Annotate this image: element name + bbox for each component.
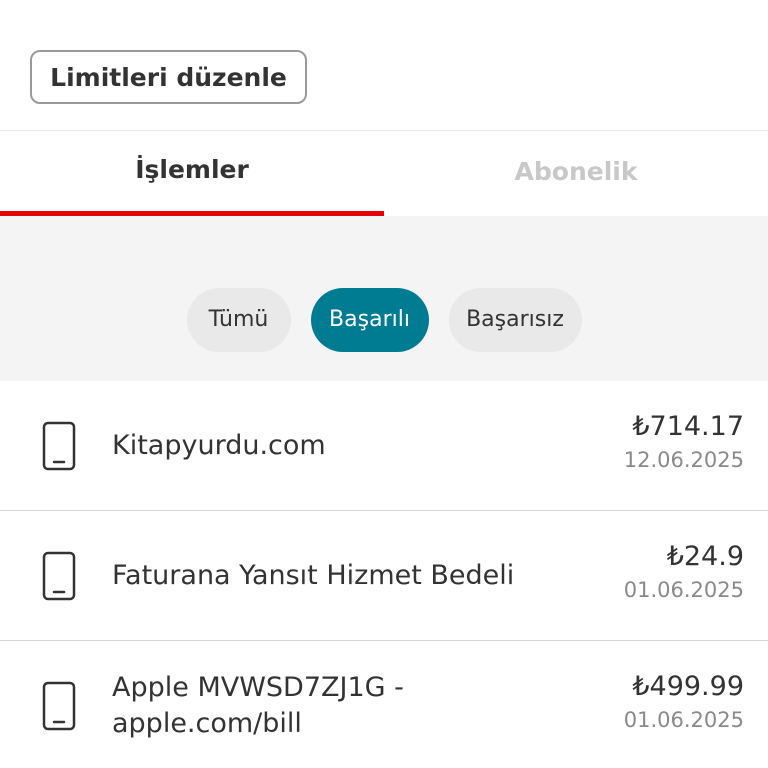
transaction-list: Kitapyurdu.com ₺714.17 12.06.2025 Fatura… — [0, 381, 768, 768]
tab-transactions[interactable]: İşlemler — [0, 131, 384, 216]
transaction-meta: ₺714.17 12.06.2025 — [624, 409, 744, 475]
transaction-amount: ₺714.17 — [632, 411, 744, 442]
phone-icon — [42, 681, 76, 731]
top-bar: Limitleri düzenle — [0, 0, 768, 131]
filter-chip-failed[interactable]: Başarısız — [448, 287, 582, 352]
transaction-row[interactable]: Faturana Yansıt Hizmet Bedeli ₺24.9 01.0… — [0, 511, 768, 641]
transaction-name: Faturana Yansıt Hizmet Bedeli — [112, 560, 515, 591]
phone-icon — [42, 421, 76, 471]
filter-chip-all[interactable]: Tümü — [186, 287, 291, 352]
transaction-date: 01.06.2025 — [623, 708, 744, 732]
transaction-name: Apple MVWSD7ZJ1G - apple.com/bill — [112, 672, 404, 739]
tab-subscriptions[interactable]: Abonelik — [384, 131, 768, 216]
filter-area: Tümü Başarılı Başarısız — [0, 216, 768, 381]
transaction-name: Kitapyurdu.com — [112, 430, 326, 461]
phone-icon — [42, 551, 76, 601]
transaction-meta: ₺499.99 01.06.2025 — [624, 669, 744, 735]
edit-limits-button[interactable]: Limitleri düzenle — [30, 50, 307, 104]
transaction-row[interactable]: Kitapyurdu.com ₺714.17 12.06.2025 — [0, 381, 768, 511]
transaction-date: 12.06.2025 — [623, 448, 744, 472]
tab-bar: İşlemler Abonelik — [0, 131, 768, 216]
transaction-amount: ₺499.99 — [632, 671, 744, 702]
transaction-meta: ₺24.9 01.06.2025 — [624, 539, 744, 605]
transaction-row[interactable]: Apple MVWSD7ZJ1G - apple.com/bill ₺499.9… — [0, 641, 768, 768]
transaction-date: 01.06.2025 — [623, 578, 744, 602]
payment-transactions-screen: Limitleri düzenle İşlemler Abonelik Tümü… — [0, 0, 768, 768]
transaction-amount: ₺24.9 — [666, 541, 744, 572]
filter-chip-successful[interactable]: Başarılı — [310, 287, 429, 352]
